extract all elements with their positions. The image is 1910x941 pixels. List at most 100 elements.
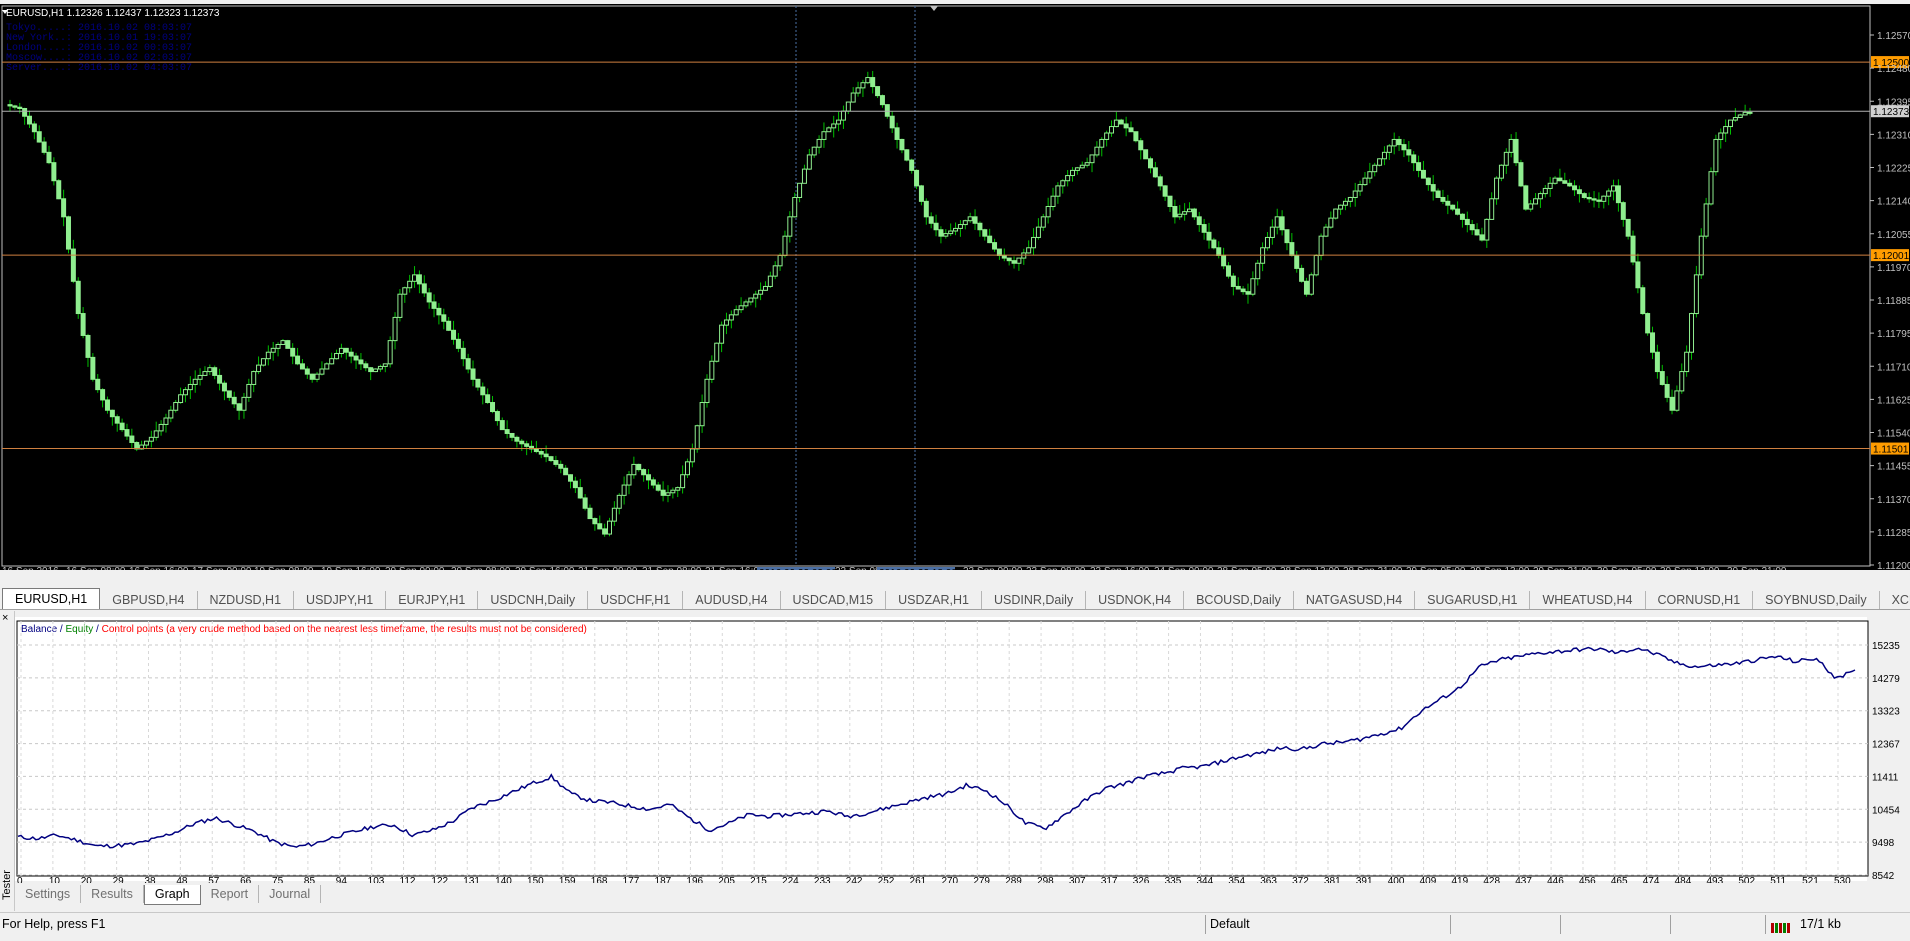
- status-help-text: For Help, press F1: [2, 917, 106, 931]
- tester-tab-graph[interactable]: Graph: [143, 885, 201, 905]
- symbol-tab[interactable]: GBPUSD,H4: [100, 591, 198, 609]
- candle-body: [694, 425, 700, 450]
- graph-x-tick: 57: [208, 876, 220, 883]
- candle-body: [1001, 255, 1007, 259]
- candle-body: [967, 216, 973, 222]
- graph-x-tick: 409: [1420, 876, 1437, 883]
- candle-body: [36, 131, 42, 143]
- graph-x-tick: 10: [49, 876, 61, 883]
- candle-body: [1225, 265, 1231, 277]
- candle-body: [723, 319, 729, 326]
- candle-body: [641, 469, 647, 476]
- symbol-tab[interactable]: SUGARUSD,H1: [1415, 591, 1531, 609]
- candle-body: [533, 448, 539, 453]
- candle-body: [806, 154, 812, 170]
- graph-x-tick: 224: [782, 876, 799, 883]
- tester-tab-settings[interactable]: Settings: [15, 885, 82, 903]
- candle-body: [504, 429, 510, 434]
- candle-body: [251, 371, 257, 385]
- candle-body: [1196, 216, 1202, 226]
- symbol-tab[interactable]: USDCNH,Daily: [478, 591, 589, 609]
- graph-x-tick: 530: [1834, 876, 1851, 883]
- graph-x-tick: 242: [846, 876, 863, 883]
- candle-body: [490, 402, 496, 413]
- x-tick-label: 20 Sep 08:00: [451, 566, 511, 570]
- candle-body: [75, 280, 81, 315]
- candle-body: [938, 229, 944, 237]
- candle-body: [446, 320, 452, 331]
- symbol-tab[interactable]: AUDUSD,H4: [683, 591, 781, 609]
- symbol-tab[interactable]: EURJPY,H1: [386, 591, 479, 609]
- x-tick-label: 16 Sep 16:00: [129, 566, 189, 570]
- close-icon[interactable]: ×: [2, 613, 8, 624]
- symbol-tab[interactable]: USDCHF,H1: [588, 591, 684, 609]
- candle-body: [836, 119, 842, 125]
- candle-body: [660, 489, 666, 496]
- symbol-tab[interactable]: USDCAD,M15: [781, 591, 887, 609]
- candle-body: [840, 110, 846, 121]
- candle-body: [1372, 164, 1378, 173]
- candle-body: [1269, 226, 1275, 238]
- symbol-tab[interactable]: USDNOK,H4: [1086, 591, 1185, 609]
- symbol-tab[interactable]: SOYBNUSD,Daily: [1753, 591, 1880, 609]
- y-tick-label: 1.12480: [1877, 64, 1910, 75]
- candle-body: [329, 358, 335, 365]
- shift-marker-icon[interactable]: [930, 6, 938, 11]
- symbol-tab[interactable]: EURUSD,H1: [2, 588, 101, 609]
- candle-body: [1708, 171, 1714, 205]
- graph-x-tick: 484: [1675, 876, 1692, 883]
- candle-body: [1669, 396, 1675, 411]
- graph-x-tick: 428: [1483, 876, 1500, 883]
- candle-body: [1113, 119, 1119, 128]
- y-tick-label: 1.11370: [1877, 495, 1910, 506]
- candle-body: [26, 115, 32, 125]
- tester-tab-results[interactable]: Results: [81, 885, 144, 903]
- symbol-tab[interactable]: XCUUSD,H4: [1880, 591, 1910, 609]
- symbol-tab[interactable]: USDJPY,H1: [294, 591, 387, 609]
- graph-x-tick: 205: [718, 876, 735, 883]
- candle-body: [1367, 171, 1373, 179]
- y-tick-label: 1.11970: [1877, 263, 1910, 274]
- graph-x-tick: 94: [336, 876, 348, 883]
- chart-header: EURUSD,H1 1.12326 1.12437 1.12323 1.1237…: [6, 8, 220, 19]
- tester-tab-journal[interactable]: Journal: [259, 885, 322, 903]
- price-chart[interactable]: EURUSD,H1 1.12326 1.12437 1.12323 1.1237…: [0, 4, 1910, 570]
- candle-body: [792, 196, 798, 218]
- candle-body: [1562, 180, 1568, 184]
- y-tick-label: 1.12395: [1877, 97, 1910, 108]
- candle-body: [1035, 226, 1041, 238]
- symbol-tab[interactable]: CORNUSD,H1: [1646, 591, 1754, 609]
- symbol-tab[interactable]: WHEATUSD,H4: [1530, 591, 1646, 609]
- candle-body: [762, 285, 768, 291]
- candle-body: [811, 146, 817, 156]
- candle-body: [1742, 111, 1748, 116]
- candle-body: [309, 373, 315, 380]
- candle-body: [1352, 190, 1358, 198]
- price-level-label: 1.12001: [1873, 251, 1910, 262]
- balance-graph: Balance / Equity / Control points (a ver…: [15, 617, 1900, 883]
- symbol-tab[interactable]: BCOUSD,Daily: [1184, 591, 1294, 609]
- y-tick-label: 1.12140: [1877, 197, 1910, 208]
- candle-body: [1674, 390, 1680, 411]
- candle-body: [109, 409, 115, 418]
- graph-x-tick: 511: [1770, 876, 1786, 883]
- y-tick-label: 1.11885: [1877, 296, 1910, 307]
- symbol-tab[interactable]: NATGASUSD,H4: [1294, 591, 1416, 609]
- symbol-tab[interactable]: USDZAR,H1: [886, 591, 982, 609]
- symbol-tab[interactable]: NZDUSD,H1: [198, 591, 295, 609]
- candle-body: [904, 149, 910, 161]
- candle-body: [787, 216, 793, 237]
- price-chart-canvas[interactable]: EURUSD,H1 1.12326 1.12437 1.12323 1.1237…: [0, 4, 1910, 570]
- candle-body: [689, 448, 695, 463]
- candle-body: [1040, 216, 1046, 228]
- candle-body: [441, 314, 447, 322]
- symbol-tab[interactable]: USDINR,Daily: [982, 591, 1087, 609]
- candle-body: [31, 123, 37, 133]
- candle-body: [1420, 169, 1426, 179]
- x-tick-label: 30 Sep 05:00: [1597, 566, 1657, 570]
- candle-body: [202, 371, 208, 376]
- candle-body: [972, 216, 978, 224]
- tester-tab-report[interactable]: Report: [201, 885, 260, 903]
- graph-y-tick: 13323: [1872, 707, 1900, 718]
- plot-frame: [1, 5, 1871, 567]
